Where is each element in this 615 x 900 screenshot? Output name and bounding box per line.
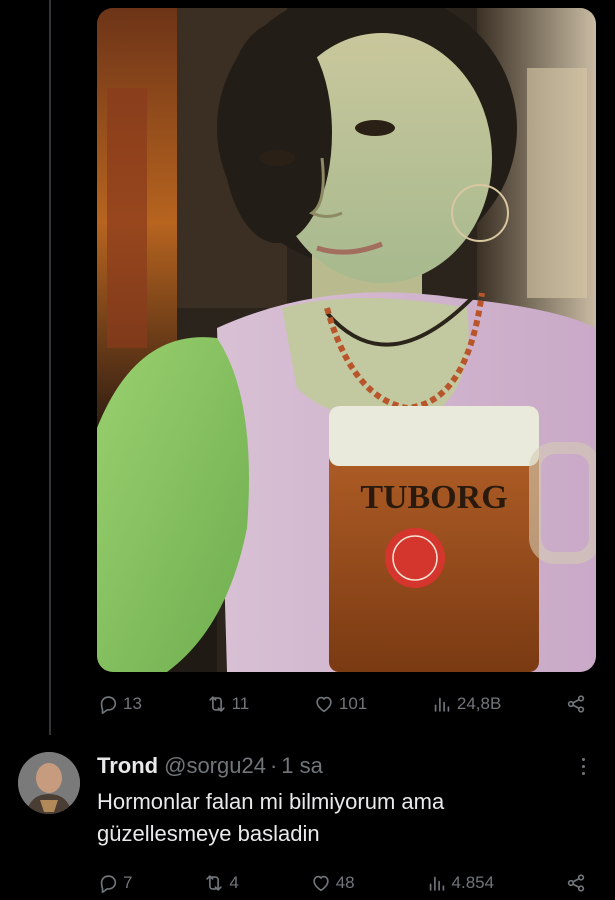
heart-icon (313, 875, 329, 892)
reply-icon (100, 875, 117, 894)
reply-like-button[interactable]: 48 (310, 872, 355, 894)
like-button[interactable]: 101 (313, 693, 367, 715)
reply-views-count: 4.854 (451, 873, 495, 892)
like-count: 101 (338, 694, 368, 713)
more-icon[interactable] (573, 754, 593, 778)
post-photo[interactable]: TUBORG (97, 8, 596, 672)
reply-author-name[interactable]: Trond (97, 753, 158, 779)
heart-icon (316, 696, 332, 713)
more-dot (581, 771, 585, 775)
reply-like-count: 48 (335, 873, 355, 892)
views-button[interactable]: 24,8B (431, 693, 501, 715)
reply-reply-button[interactable]: 7 (97, 872, 132, 894)
share-icon (567, 695, 585, 713)
mug-brand: TUBORG (360, 479, 507, 516)
reply-button[interactable]: 13 (97, 693, 142, 715)
repost-icon (206, 875, 223, 891)
thread-line (49, 0, 51, 735)
reply-header: Trond @sorgu24 · 1 sa (97, 752, 595, 780)
reply-actions: 7 4 48 4.854 (97, 868, 587, 898)
views-count: 24,8B (456, 694, 502, 713)
reply-author-handle[interactable]: @sorgu24 (164, 753, 266, 779)
reply-repost-button[interactable]: 4 (203, 872, 239, 894)
more-dot (581, 757, 585, 761)
reply-share-button[interactable] (565, 872, 587, 894)
reply-views-button[interactable]: 4.854 (426, 872, 495, 894)
reply-separator: · (269, 753, 278, 778)
views-icon (429, 876, 444, 891)
share-icon (567, 874, 585, 892)
views-icon (434, 697, 450, 712)
reply-count: 13 (123, 694, 142, 713)
reply-icon (100, 696, 117, 715)
repost-count: 11 (231, 694, 250, 713)
reply-reply-count: 7 (123, 873, 133, 892)
repost-button[interactable]: 11 (206, 693, 250, 715)
repost-icon (208, 696, 225, 712)
post-photo-image: TUBORG (97, 8, 596, 672)
reply-timestamp[interactable]: 1 sa (281, 753, 323, 779)
more-dot (581, 764, 585, 768)
reply-text: Hormonlar falan mi bilmiyorum ama güzell… (97, 789, 445, 846)
avatar[interactable] (18, 752, 80, 814)
reply-repost-count: 4 (229, 873, 239, 892)
share-button[interactable] (565, 693, 587, 715)
avatar-image (18, 752, 80, 814)
post-actions: 13 11 101 24,8B (97, 689, 587, 719)
